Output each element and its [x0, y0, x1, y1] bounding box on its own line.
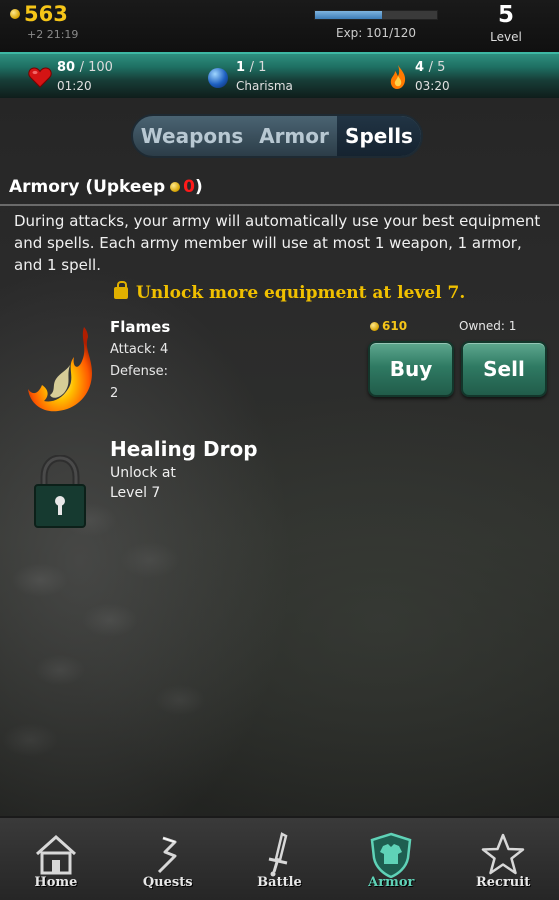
header-divider — [0, 204, 559, 206]
nav-battle[interactable]: Battle — [224, 818, 336, 900]
sword-icon — [269, 832, 288, 877]
unlock-note-text: Unlock more equipment at level 7. — [136, 283, 466, 303]
unlock-line-1: Unlock at — [110, 465, 176, 481]
charisma-label: Charisma — [236, 79, 293, 93]
item-name-flames: Flames — [110, 318, 171, 336]
item-price: 610 — [370, 319, 407, 333]
quest-icon — [157, 836, 177, 874]
house-icon — [35, 834, 76, 875]
item-attack: Attack: 4 — [110, 342, 169, 357]
coin-icon — [10, 9, 20, 19]
nav-home[interactable]: Home — [0, 818, 112, 900]
gold-timer: +2 21:19 — [27, 28, 79, 41]
nav-quests-label: Quests — [142, 875, 193, 890]
energy-stat: 4 / 5 03:20 — [415, 60, 450, 93]
item-defense-value: 2 — [110, 386, 119, 401]
health-current: 80 — [57, 60, 76, 75]
charisma-stat: 1 / 1 Charisma — [236, 60, 293, 93]
charisma-max: / 1 — [249, 60, 267, 75]
health-max: / 100 — [79, 60, 113, 75]
energy-max: / 5 — [428, 60, 446, 75]
flame-icon — [390, 65, 406, 89]
armory-description: During attacks, your army will automatic… — [14, 212, 541, 274]
gold-amount: 563 — [24, 2, 68, 26]
item-owned: Owned: 1 — [459, 319, 517, 333]
tab-weapons[interactable]: Weapons — [133, 116, 251, 156]
armory-title-close: ) — [194, 177, 203, 197]
item-defense-label: Defense: — [110, 364, 168, 379]
nav-quests[interactable]: Quests — [112, 818, 224, 900]
energy-timer: 03:20 — [415, 79, 450, 93]
armory-title: Armory (Upkeep — [9, 177, 166, 197]
tab-spells[interactable]: Spells — [337, 116, 421, 156]
health-stat: 80 / 100 01:20 — [57, 60, 113, 93]
health-timer: 01:20 — [57, 79, 92, 93]
nav-home-label: Home — [34, 875, 78, 890]
armory-header: Armory (Upkeep 0 ) — [9, 177, 203, 197]
charisma-current: 1 — [236, 60, 246, 75]
coin-icon — [370, 321, 379, 331]
stone-wall-background — [0, 60, 240, 800]
energy-current: 4 — [415, 60, 425, 75]
level-label: Level — [490, 30, 522, 44]
tab-armor[interactable]: Armor — [251, 116, 337, 156]
top-bar: 563 +2 21:19 Exp: 101/120 5 Level — [0, 0, 559, 52]
item-price-value: 610 — [382, 319, 408, 333]
shield-shirt-icon — [370, 832, 412, 878]
unlock-note: Unlock more equipment at level 7. — [114, 281, 466, 303]
equipment-tabs: Weapons Armor Spells — [131, 114, 423, 158]
gold-display: 563 — [10, 3, 68, 25]
item-name-healing-drop: Healing Drop — [110, 437, 258, 461]
bottom-navigation: Home Quests Battle Armor Recruit — [0, 816, 559, 900]
coin-icon — [170, 182, 181, 192]
lock-icon — [114, 281, 128, 299]
flames-spell-icon — [28, 327, 92, 412]
exp-text: Exp: 101/120 — [336, 26, 417, 40]
level-number: 5 — [497, 2, 514, 28]
orb-icon — [208, 68, 228, 88]
nav-battle-label: Battle — [257, 875, 302, 890]
nav-armor-label: Armor — [368, 875, 415, 890]
healing-drop-unlock-info: Unlock at Level 7 — [110, 463, 176, 503]
exp-progress-bar — [314, 10, 438, 20]
star-icon — [481, 833, 525, 875]
upkeep-value: 0 — [183, 177, 195, 197]
unlock-line-2: Level 7 — [110, 485, 161, 501]
sell-button[interactable]: Sell — [461, 341, 547, 397]
heart-icon — [28, 67, 52, 88]
padlock-icon — [34, 455, 86, 528]
exp-progress-fill — [315, 11, 383, 19]
nav-recruit[interactable]: Recruit — [447, 818, 559, 900]
nav-recruit-label: Recruit — [475, 875, 531, 890]
stats-bar: 80 / 100 01:20 1 / 1 Charisma 4 / 5 03:2… — [0, 52, 559, 98]
nav-armor[interactable]: Armor — [335, 818, 447, 900]
buy-button[interactable]: Buy — [368, 341, 454, 397]
